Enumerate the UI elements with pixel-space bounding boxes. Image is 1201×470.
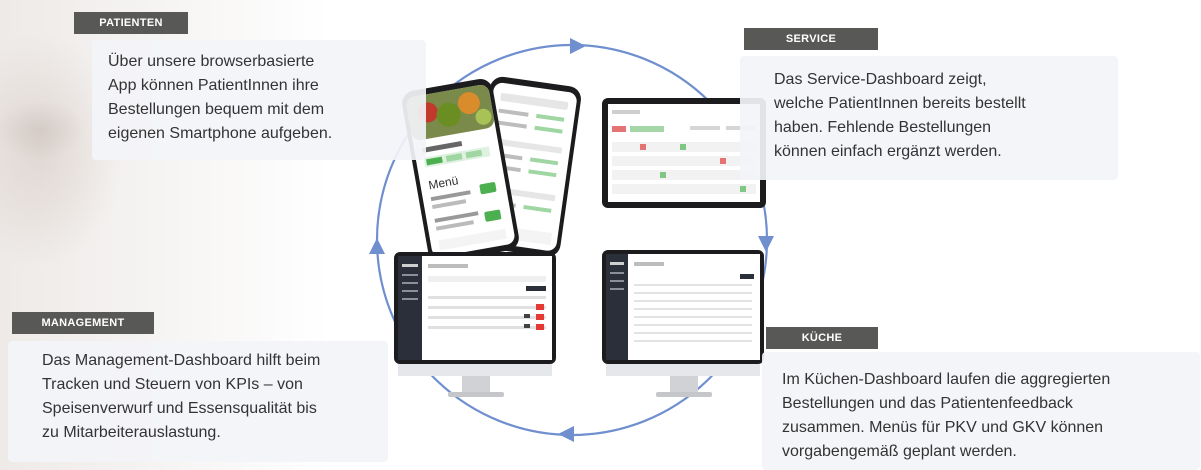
patienten-tag: PATIENTEN (74, 12, 188, 34)
kueche-line-1: Im Küchen-Dashboard laufen die aggregier… (782, 371, 1111, 388)
service-line-3: haben. Fehlende Bestellungen (774, 119, 992, 136)
management-tag: MANAGEMENT (12, 312, 154, 334)
arrow-left-icon (369, 238, 385, 254)
service-line-2: welche PatientInnen bereits bestellt (774, 95, 1026, 112)
patienten-line-1: Über unsere browserbasierte (108, 53, 315, 70)
patienten-line-3: Bestellungen bequem mit dem (108, 101, 325, 118)
patienten-description: Über unsere browserbasierte App können P… (92, 40, 426, 160)
patienten-line-2: App können PatientInnen ihre (108, 77, 319, 94)
management-line-2: Tracken und Steuern von KPIs – von (42, 376, 303, 393)
kueche-line-3: zusammen. Menüs für PKV und GKV können (782, 419, 1104, 436)
service-tag: SERVICE (744, 28, 878, 50)
management-line-3: Speisenverwurf und Essensqualität bis (42, 400, 317, 417)
kueche-line-4: vorgabengemäß geplant werden. (782, 443, 1017, 460)
service-line-1: Das Service-Dashboard zeigt, (774, 71, 987, 88)
service-line-4: können einfach ergänzt werden. (774, 143, 1002, 160)
monitor-mockup-management (394, 252, 556, 397)
kueche-description: Im Küchen-Dashboard laufen die aggregier… (762, 352, 1200, 470)
service-description: Das Service-Dashboard zeigt, welche Pati… (740, 56, 1118, 180)
kueche-line-2: Bestellungen und das Patientenfeedback (782, 395, 1073, 412)
arrow-top-icon (570, 38, 586, 54)
management-line-4: zu Mitarbeiterauslastung. (42, 424, 221, 441)
monitor-mockup-kitchen (602, 250, 764, 397)
arrow-bottom-icon (558, 426, 574, 442)
kueche-tag: KÜCHE (766, 327, 878, 349)
arrow-right-icon (758, 236, 774, 252)
patienten-line-4: eigenen Smartphone aufgeben. (108, 125, 333, 142)
management-line-1: Das Management-Dashboard hilft beim (42, 352, 321, 369)
management-description: Das Management-Dashboard hilft beim Trac… (8, 341, 388, 462)
